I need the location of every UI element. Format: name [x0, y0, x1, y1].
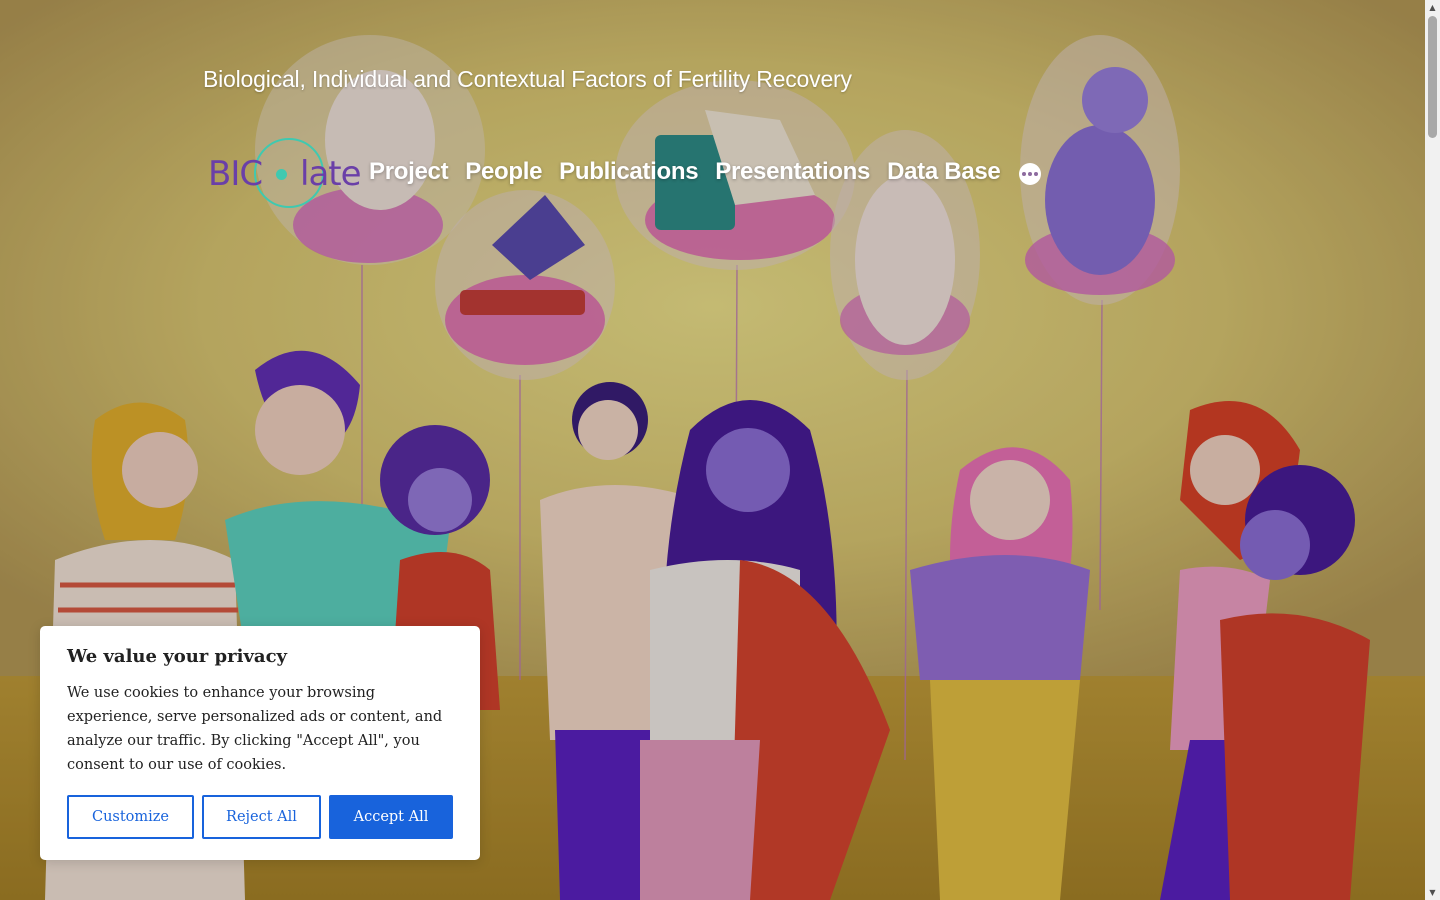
triangle-up-icon[interactable]: ▲: [1425, 0, 1440, 15]
cookie-consent-banner: We value your privacy We use cookies to …: [40, 626, 480, 860]
nav-item-people[interactable]: People: [465, 158, 542, 186]
customize-button[interactable]: Customize: [67, 795, 194, 839]
nav-item-publications[interactable]: Publications: [559, 158, 698, 186]
scrollbar-thumb[interactable]: [1428, 16, 1437, 138]
logo-text-left: BIC: [208, 154, 263, 194]
logo-text-right: late: [300, 154, 362, 194]
ellipsis-icon[interactable]: [1019, 163, 1042, 185]
cookie-description: We use cookies to enhance your browsing …: [67, 685, 443, 773]
page: Biological, Individual and Contextual Fa…: [0, 0, 1440, 900]
nav-item-presentations[interactable]: Presentations: [715, 158, 870, 186]
triangle-down-icon[interactable]: ▼: [1425, 885, 1440, 900]
vertical-scrollbar[interactable]: ▲ ▼: [1425, 0, 1440, 900]
site-tagline: Biological, Individual and Contextual Fa…: [203, 66, 852, 92]
cookie-title: We value your privacy: [67, 646, 287, 667]
ellipsis-dot: [1028, 172, 1033, 176]
nav-item-project[interactable]: Project: [369, 158, 449, 186]
ellipsis-dot: [1022, 172, 1027, 176]
main-nav: Project People Publications Presentation…: [369, 158, 1042, 186]
accept-all-button[interactable]: Accept All: [329, 795, 453, 839]
nav-item-data-base[interactable]: Data Base: [887, 158, 1001, 186]
ellipsis-dot: [1034, 172, 1039, 176]
reject-all-button[interactable]: Reject All: [202, 795, 321, 839]
logo-dot: [276, 169, 287, 180]
site-logo[interactable]: BIC late: [208, 138, 362, 212]
cookie-buttons: Customize Reject All Accept All: [67, 795, 453, 839]
